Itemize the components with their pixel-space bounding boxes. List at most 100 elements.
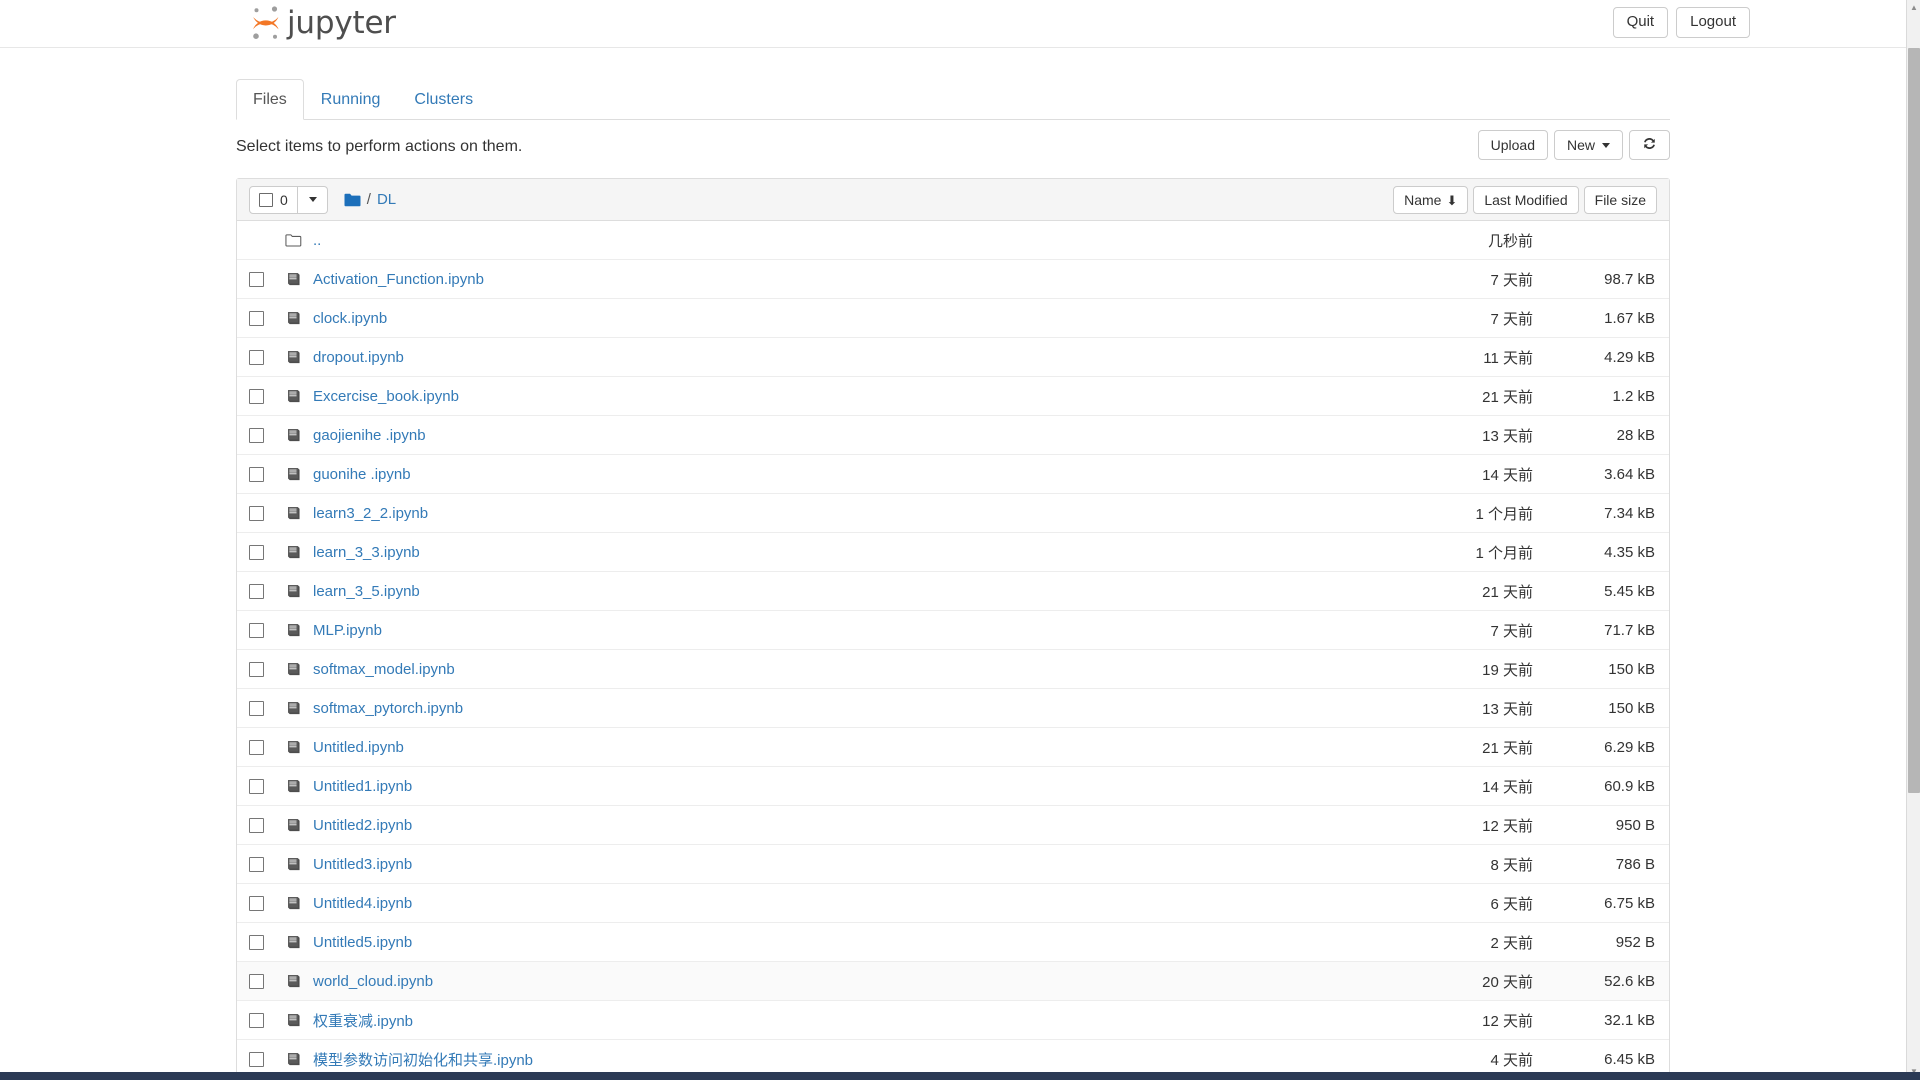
notebook-icon[interactable] — [285, 544, 311, 561]
row-checkbox[interactable] — [249, 622, 264, 638]
vertical-scrollbar[interactable]: ▲ ▼ — [1906, 0, 1920, 1080]
row-checkbox[interactable] — [249, 661, 264, 677]
row-checkbox[interactable] — [249, 427, 264, 443]
sort-by-file-size-button[interactable]: File size — [1583, 186, 1657, 214]
table-row[interactable]: Untitled1.ipynb 14 天前 60.9 kB — [237, 767, 1669, 806]
row-checkbox[interactable] — [249, 700, 264, 716]
jupyter-logo[interactable]: jupyter — [249, 2, 396, 44]
table-row[interactable]: 权重衰减.ipynb 12 天前 32.1 kB — [237, 1001, 1669, 1040]
file-name-link[interactable]: learn_3_5.ipynb — [311, 583, 1409, 600]
row-checkbox[interactable] — [249, 1012, 264, 1028]
table-row[interactable]: Excercise_book.ipynb 21 天前 1.2 kB — [237, 377, 1669, 416]
notebook-icon[interactable] — [285, 973, 311, 990]
select-all-checkbox[interactable] — [259, 192, 273, 207]
notebook-icon[interactable] — [285, 739, 311, 756]
notebook-icon[interactable] — [285, 349, 311, 366]
file-name-link[interactable]: softmax_pytorch.ipynb — [311, 700, 1409, 717]
table-row[interactable]: MLP.ipynb 7 天前 71.7 kB — [237, 611, 1669, 650]
refresh-button[interactable] — [1629, 130, 1670, 160]
table-row[interactable]: softmax_pytorch.ipynb 13 天前 150 kB — [237, 689, 1669, 728]
row-checkbox[interactable] — [249, 778, 264, 794]
notebook-icon[interactable] — [285, 466, 311, 483]
file-name-link[interactable]: Excercise_book.ipynb — [311, 388, 1409, 405]
file-name-link[interactable]: .. — [311, 232, 1409, 249]
notebook-icon[interactable] — [285, 661, 311, 678]
table-row[interactable]: gaojienihe .ipynb 13 天前 28 kB — [237, 416, 1669, 455]
file-name-link[interactable]: 模型参数访问初始化和共享.ipynb — [311, 1049, 1409, 1070]
logout-button[interactable]: Logout — [1676, 7, 1750, 38]
row-checkbox[interactable] — [249, 1051, 264, 1067]
upload-button[interactable]: Upload — [1477, 130, 1548, 160]
scroll-up-arrow-icon[interactable]: ▲ — [1907, 0, 1920, 16]
table-row[interactable]: Untitled.ipynb 21 天前 6.29 kB — [237, 728, 1669, 767]
notebook-icon[interactable] — [285, 778, 311, 795]
notebook-icon[interactable] — [285, 271, 311, 288]
file-name-link[interactable]: Untitled1.ipynb — [311, 778, 1409, 795]
file-name-link[interactable]: Untitled5.ipynb — [311, 934, 1409, 951]
file-name-link[interactable]: Untitled3.ipynb — [311, 856, 1409, 873]
select-dropdown-button[interactable] — [297, 185, 328, 214]
notebook-icon[interactable] — [285, 310, 311, 327]
row-checkbox[interactable] — [249, 466, 264, 482]
file-name-link[interactable]: clock.ipynb — [311, 310, 1409, 327]
row-checkbox[interactable] — [249, 349, 264, 365]
tab-files[interactable]: Files — [236, 79, 304, 120]
new-button[interactable]: New — [1553, 130, 1623, 160]
notebook-icon[interactable] — [285, 895, 311, 912]
file-name-link[interactable]: guonihe .ipynb — [311, 466, 1409, 483]
file-name-link[interactable]: MLP.ipynb — [311, 622, 1409, 639]
breadcrumb-item-dl[interactable]: DL — [377, 191, 396, 208]
file-name-link[interactable]: Untitled2.ipynb — [311, 817, 1409, 834]
tab-clusters[interactable]: Clusters — [397, 79, 490, 120]
row-checkbox[interactable] — [249, 739, 264, 755]
table-row[interactable]: Untitled3.ipynb 8 天前 786 B — [237, 845, 1669, 884]
row-checkbox[interactable] — [249, 544, 264, 560]
table-row[interactable]: learn_3_3.ipynb 1 个月前 4.35 kB — [237, 533, 1669, 572]
file-name-link[interactable]: Untitled.ipynb — [311, 739, 1409, 756]
row-checkbox[interactable] — [249, 505, 264, 521]
notebook-icon[interactable] — [285, 583, 311, 600]
notebook-icon[interactable] — [285, 1051, 311, 1068]
table-row[interactable]: Untitled5.ipynb 2 天前 952 B — [237, 923, 1669, 962]
row-checkbox[interactable] — [249, 583, 264, 599]
select-all-checkbox-group[interactable]: 0 — [249, 185, 298, 214]
notebook-icon[interactable] — [285, 700, 311, 717]
table-row[interactable]: Untitled2.ipynb 12 天前 950 B — [237, 806, 1669, 845]
table-row[interactable]: Untitled4.ipynb 6 天前 6.75 kB — [237, 884, 1669, 923]
sort-by-last-modified-button[interactable]: Last Modified — [1473, 186, 1579, 214]
row-checkbox[interactable] — [249, 817, 264, 833]
table-row[interactable]: .. 几秒前 — [237, 221, 1669, 260]
sort-by-name-button[interactable]: Name ⬇ — [1393, 186, 1469, 214]
row-checkbox[interactable] — [249, 895, 264, 911]
table-row[interactable]: clock.ipynb 7 天前 1.67 kB — [237, 299, 1669, 338]
notebook-icon[interactable] — [285, 1012, 311, 1029]
row-checkbox[interactable] — [249, 388, 264, 404]
notebook-icon[interactable] — [285, 817, 311, 834]
file-name-link[interactable]: gaojienihe .ipynb — [311, 427, 1409, 444]
notebook-icon[interactable] — [285, 856, 311, 873]
table-row[interactable]: learn3_2_2.ipynb 1 个月前 7.34 kB — [237, 494, 1669, 533]
file-name-link[interactable]: learn3_2_2.ipynb — [311, 505, 1409, 522]
table-row[interactable]: softmax_model.ipynb 19 天前 150 kB — [237, 650, 1669, 689]
row-checkbox[interactable] — [249, 973, 264, 989]
quit-button[interactable]: Quit — [1612, 7, 1669, 38]
folder-icon[interactable] — [285, 233, 311, 248]
notebook-icon[interactable] — [285, 427, 311, 444]
file-name-link[interactable]: Untitled4.ipynb — [311, 895, 1409, 912]
notebook-icon[interactable] — [285, 622, 311, 639]
notebook-icon[interactable] — [285, 934, 311, 951]
row-checkbox[interactable] — [249, 934, 264, 950]
notebook-icon[interactable] — [285, 505, 311, 522]
table-row[interactable]: Activation_Function.ipynb 7 天前 98.7 kB — [237, 260, 1669, 299]
file-name-link[interactable]: dropout.ipynb — [311, 349, 1409, 366]
row-checkbox[interactable] — [249, 856, 264, 872]
file-name-link[interactable]: Activation_Function.ipynb — [311, 271, 1409, 288]
row-checkbox[interactable] — [249, 271, 264, 287]
tab-running[interactable]: Running — [304, 79, 398, 120]
row-checkbox[interactable] — [249, 310, 264, 326]
file-name-link[interactable]: world_cloud.ipynb — [311, 973, 1409, 990]
horizontal-scrollbar[interactable] — [0, 1072, 1920, 1080]
vertical-scrollbar-thumb[interactable] — [1908, 48, 1920, 793]
table-row[interactable]: guonihe .ipynb 14 天前 3.64 kB — [237, 455, 1669, 494]
folder-icon[interactable] — [344, 193, 361, 207]
